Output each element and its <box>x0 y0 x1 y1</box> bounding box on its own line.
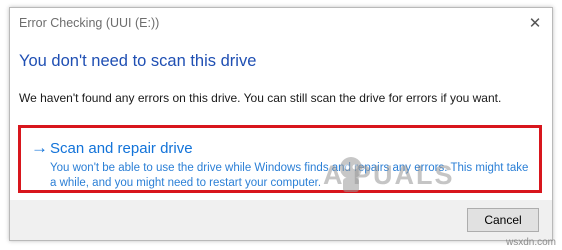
close-icon: ✕ <box>528 15 542 32</box>
watermark-logo: A PUALS <box>323 160 455 190</box>
cancel-button[interactable]: Cancel <box>467 208 539 232</box>
window-title: Error Checking (UUI (E:)) <box>19 16 160 30</box>
error-checking-dialog: Error Checking (UUI (E:)) ✕ You don't ne… <box>9 7 553 241</box>
close-button[interactable]: ✕ <box>524 12 546 34</box>
site-tag: wsxdn.com <box>505 237 556 248</box>
dialog-footer: Cancel <box>10 200 552 240</box>
command-link-description: You won't be able to use the drive while… <box>50 162 529 189</box>
dialog-heading: You don't need to scan this drive <box>19 52 257 70</box>
dialog-message: We haven't found any errors on this driv… <box>19 91 502 105</box>
scan-and-repair-command-link[interactable]: → Scan and repair drive You won't be abl… <box>18 125 542 193</box>
title-bar: Error Checking (UUI (E:)) ✕ <box>10 8 552 38</box>
arrow-right-icon: → <box>31 138 48 157</box>
command-link-title: Scan and repair drive <box>50 140 193 157</box>
